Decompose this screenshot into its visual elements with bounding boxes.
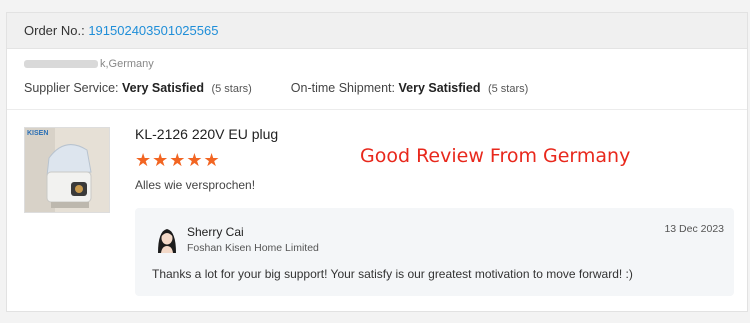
review-card: Order No.: 191502403501025565 k,Germany … [6, 12, 748, 312]
buyer-location: k,Germany [24, 58, 154, 70]
shipment-label: On-time Shipment: [290, 81, 395, 95]
order-number-link[interactable]: 191502403501025565 [88, 23, 218, 38]
buyer-location-text: k,Germany [100, 58, 154, 70]
overlay-caption: Good Review From Germany [360, 145, 631, 167]
masked-buyer-name [24, 60, 98, 69]
product-brand: KISEN [27, 130, 49, 137]
product-title[interactable]: KL-2126 220V EU plug [135, 126, 278, 142]
supplier-ratings: Supplier Service: Very Satisfied (5 star… [24, 81, 528, 95]
supplier-service-stars: (5 stars) [211, 83, 252, 95]
reply-text: Thanks a lot for your big support! Your … [152, 267, 633, 281]
shipment-value: Very Satisfied [398, 81, 481, 95]
supplier-reply: Sherry Cai Foshan Kisen Home Limited 13 … [135, 208, 734, 296]
supplier-service-value: Very Satisfied [121, 81, 204, 95]
rating-stars-icon: ★★★★★ [135, 150, 221, 170]
shipment-stars: (5 stars) [487, 83, 529, 95]
divider [7, 109, 747, 110]
reply-author-company: Foshan Kisen Home Limited [187, 242, 319, 254]
product-photo-icon [25, 128, 109, 212]
reply-date: 13 Dec 2023 [664, 223, 724, 235]
order-header: Order No.: 191502403501025565 [7, 13, 747, 49]
supplier-service-label: Supplier Service: [24, 81, 119, 95]
avatar [158, 229, 176, 253]
order-label: Order No.: [24, 23, 85, 38]
review-text: Alles wie versprochen! [135, 178, 256, 192]
reply-author-name: Sherry Cai [187, 225, 244, 239]
product-image[interactable]: KISEN [24, 127, 110, 213]
